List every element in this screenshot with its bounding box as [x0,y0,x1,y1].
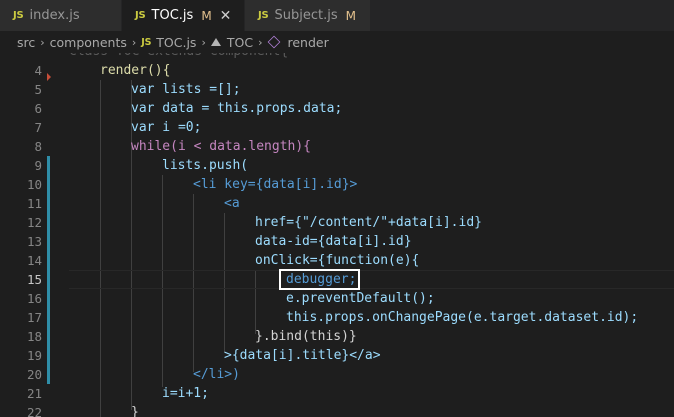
code-line: 13 data-id={data[i].id} [0,232,674,251]
breadcrumb: src › components › JS TOC.js › TOC › ren… [0,31,674,53]
line-number: 8 [34,139,42,154]
debugger-highlight-box [279,269,360,290]
code-text: class TOC extends Component{ [69,53,288,61]
breadcrumb-item-class[interactable]: TOC [227,35,253,50]
chevron-right-icon: › [201,35,206,49]
code-line: 22 } [0,403,674,417]
code-text: <a [224,196,240,211]
code-text: <li key={data[i].id}> [193,177,358,192]
javascript-file-icon: JS [13,10,24,21]
code-text: lists.push( [162,158,249,173]
line-number: 5 [34,82,42,97]
tab-label: index.js [29,8,80,23]
line-number: 19 [26,348,42,363]
class-icon [210,38,221,46]
chevron-right-icon: › [258,35,263,49]
javascript-file-icon: JS [258,10,269,21]
line-number: 10 [26,177,42,192]
method-cube-icon [268,35,281,49]
code-text: var data = this.props.data; [131,101,343,116]
code-line: 10 <li key={data[i].id}> [0,175,674,194]
tab-subject-js[interactable]: JS Subject.js M [245,0,370,31]
line-number: 22 [26,405,42,417]
tab-toc-js[interactable]: JS TOC.js M ✕ [122,0,244,31]
code-text: }.bind(this)} [255,329,357,344]
line-number: 14 [26,253,42,268]
code-text: i=i+1; [162,386,209,401]
code-line: 9 lists.push( [0,156,674,175]
code-line: 14 onClick={function(e){ [0,251,674,270]
line-number: 13 [26,234,42,249]
javascript-file-icon: JS [135,10,146,21]
code-line: 7 var i =0; [0,118,674,137]
line-number: 21 [26,386,42,401]
code-line: 18 }.bind(this)} [0,327,674,346]
editor-tab-bar: JS index.js JS TOC.js M ✕ JS Subject.js … [0,0,674,31]
code-editor[interactable]: class TOC extends Component{ 4 render(){… [0,53,674,417]
code-line: 8 while(i < data.length){ [0,137,674,156]
line-number: 18 [26,329,42,344]
code-text: render(){ [100,61,170,80]
code-line-partial: class TOC extends Component{ [0,53,674,61]
line-number: 17 [26,310,42,325]
code-line: 12 href={"/content/"+data[i].id} [0,213,674,232]
line-number: 16 [26,291,42,306]
code-text: this.props.onChangePage(e.target.dataset… [286,310,639,325]
code-line: 11 <a [0,194,674,213]
line-number: 6 [34,101,42,116]
code-line: 19 >{data[i].title}</a> [0,346,674,365]
line-number: 9 [34,158,42,173]
code-line: 16 e.preventDefault(); [0,289,674,308]
code-text: var lists =[]; [131,82,241,97]
code-text: var i =0; [131,120,202,135]
line-number: 20 [26,367,42,382]
tab-label: TOC.js [151,8,194,23]
code-text: >{data[i].title}</a> [224,348,381,363]
code-line: 6 var data = this.props.data; [0,99,674,118]
chevron-right-icon: › [131,35,137,49]
tab-label: Subject.js [274,8,338,23]
breadcrumb-item-components[interactable]: components [50,35,127,50]
code-line: 17 this.props.onChangePage(e.target.data… [0,308,674,327]
code-line: 20 </li>) [0,365,674,384]
modified-indicator: M [345,8,357,23]
modified-indicator: M [201,8,212,23]
code-text: href={"/content/"+data[i].id} [255,215,482,230]
line-number: 11 [26,196,42,211]
code-text: data-id={data[i].id} [255,234,412,249]
code-line: 4 render(){ [0,61,674,80]
code-token: render(){ [100,63,171,78]
code-text: while(i < data.length){ [131,139,312,154]
code-text: } [131,405,139,417]
breadcrumb-item-method[interactable]: render [287,35,328,50]
chevron-right-icon: › [40,35,45,49]
line-number: 7 [34,120,42,135]
code-text: e.preventDefault(); [286,291,435,306]
close-icon[interactable]: ✕ [220,8,232,24]
code-text: </li>) [193,367,240,382]
javascript-file-icon: JS [141,36,152,48]
tab-index-js[interactable]: JS index.js [0,0,121,31]
line-number: 15 [26,272,42,287]
code-line: 5 var lists =[]; [0,80,674,99]
breadcrumb-item-file[interactable]: TOC.js [156,35,196,50]
line-number: 12 [26,215,42,230]
breadcrumb-item-src[interactable]: src [17,35,35,50]
code-line: 21 i=i+1; [0,384,674,403]
code-text: onClick={function(e){ [255,253,420,268]
line-number: 4 [34,63,42,78]
